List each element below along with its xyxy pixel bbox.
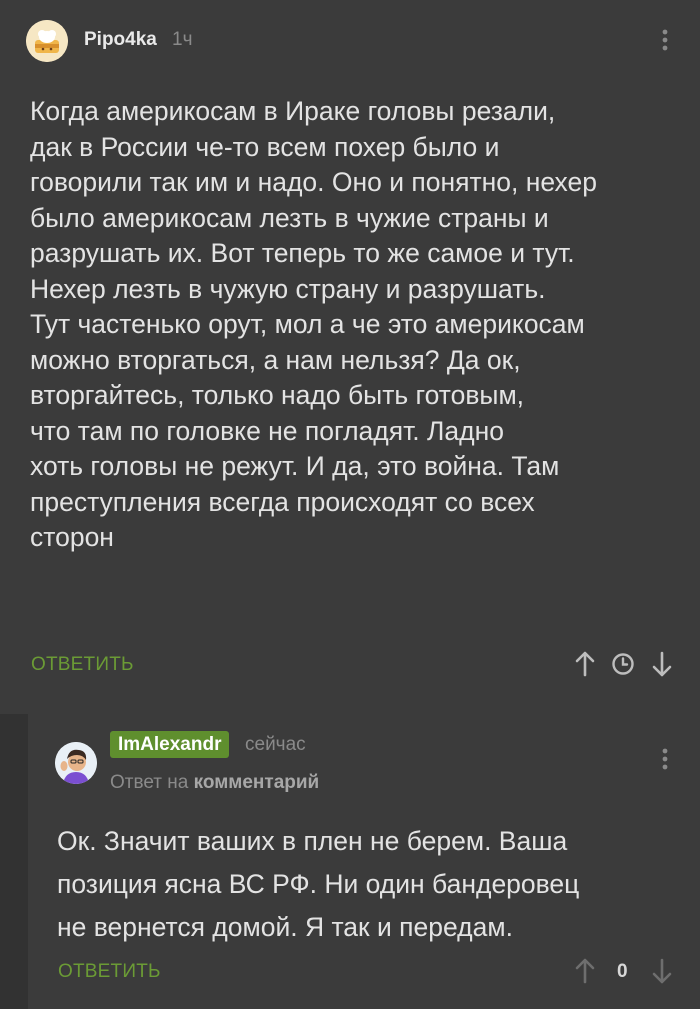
reply-to-prefix: Ответ на bbox=[110, 772, 189, 793]
comment-author-badge[interactable]: ImAlexandr bbox=[110, 731, 230, 758]
more-vertical-icon[interactable] bbox=[658, 27, 672, 55]
comment-time: 1ч bbox=[172, 29, 193, 50]
comment-body: Ок. Значит ваших в плен не берем. Ваша п… bbox=[57, 826, 580, 942]
comment-author[interactable]: Pipo4ka bbox=[84, 29, 157, 51]
down-arrow-icon[interactable] bbox=[651, 651, 673, 682]
avatar-illustration bbox=[26, 20, 68, 62]
thread-indent-gutter bbox=[0, 714, 28, 1009]
comment-body: Когда америкосам в Ираке головы резали, … bbox=[30, 96, 597, 552]
comment-card: Pipo4ka 1ч Когда америкосам в Ираке голо… bbox=[0, 0, 700, 714]
more-vertical-icon[interactable] bbox=[658, 746, 672, 774]
up-arrow-icon[interactable] bbox=[574, 651, 596, 682]
down-arrow-icon[interactable] bbox=[651, 958, 673, 989]
reply-to-line: Ответ на комментарий bbox=[110, 772, 319, 794]
avatar[interactable] bbox=[55, 742, 97, 784]
reply-button[interactable]: ОТВЕТИТЬ bbox=[58, 961, 161, 983]
up-arrow-icon[interactable] bbox=[574, 958, 596, 989]
avatar[interactable] bbox=[26, 20, 68, 62]
avatar-illustration bbox=[55, 742, 97, 784]
comment-time: сейчас bbox=[245, 734, 306, 755]
rating-count: 0 bbox=[617, 961, 628, 982]
reply-to-comment-link[interactable]: комментарий bbox=[194, 772, 320, 793]
clock-icon[interactable] bbox=[611, 652, 635, 681]
reply-button[interactable]: ОТВЕТИТЬ bbox=[31, 654, 134, 676]
